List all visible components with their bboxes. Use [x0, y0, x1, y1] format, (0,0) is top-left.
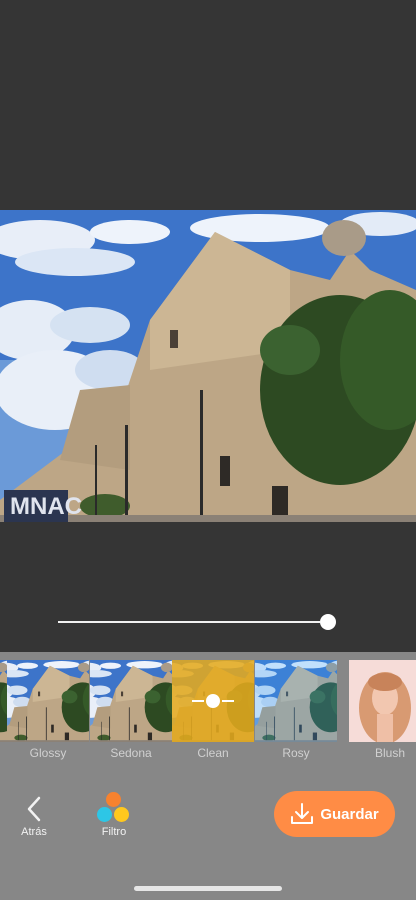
filter-item-glossy[interactable]: Glossy — [7, 660, 89, 764]
filter-label: Rosy — [282, 746, 310, 760]
filter-carousel[interactable]: Glossy Sedona Clean Rosy Blush — [0, 660, 416, 764]
filter-item-clean[interactable]: Clean — [172, 660, 254, 764]
back-button[interactable]: Atrás — [14, 792, 54, 842]
filter-label-text: Filtro — [101, 826, 127, 838]
back-label: Atrás — [21, 826, 47, 838]
filter-button[interactable]: Filtro — [94, 792, 134, 842]
filter-item-blush[interactable]: Blush — [349, 660, 416, 764]
filter-item-sedona[interactable]: Sedona — [90, 660, 172, 764]
filter-label: Clean — [197, 746, 229, 760]
filter-label: Glossy — [29, 746, 67, 760]
filter-thumbnail — [7, 660, 89, 742]
filter-thumbnail — [255, 660, 337, 742]
intensity-slider[interactable] — [58, 612, 336, 632]
chevron-left-icon[interactable] — [26, 796, 42, 822]
filter-thumbnail — [0, 660, 7, 742]
filter-label: Blush — [374, 746, 406, 760]
slider-track[interactable] — [58, 621, 320, 623]
bottom-panel: Glossy Sedona Clean Rosy Blush — [0, 652, 416, 900]
filter-thumbnail — [172, 660, 254, 742]
home-indicator[interactable] — [134, 886, 282, 891]
filter-thumbnail — [90, 660, 172, 742]
adjust-slider-icon[interactable] — [192, 692, 234, 710]
download-icon — [291, 803, 314, 824]
three-dots-filter-icon[interactable] — [97, 792, 131, 824]
filter-label: Sedona — [110, 746, 152, 760]
save-label: Guardar — [320, 805, 379, 823]
filter-thumbnail — [349, 660, 416, 742]
photo-preview[interactable]: MNAC — [0, 210, 416, 522]
slider-thumb[interactable] — [320, 614, 336, 630]
editor-canvas: MNAC — [0, 0, 416, 652]
filter-item-partial[interactable] — [0, 660, 7, 764]
mnac-sign-text: MNAC — [10, 493, 82, 520]
save-button[interactable]: Guardar — [274, 791, 395, 837]
filter-item-rosy[interactable]: Rosy — [255, 660, 337, 764]
